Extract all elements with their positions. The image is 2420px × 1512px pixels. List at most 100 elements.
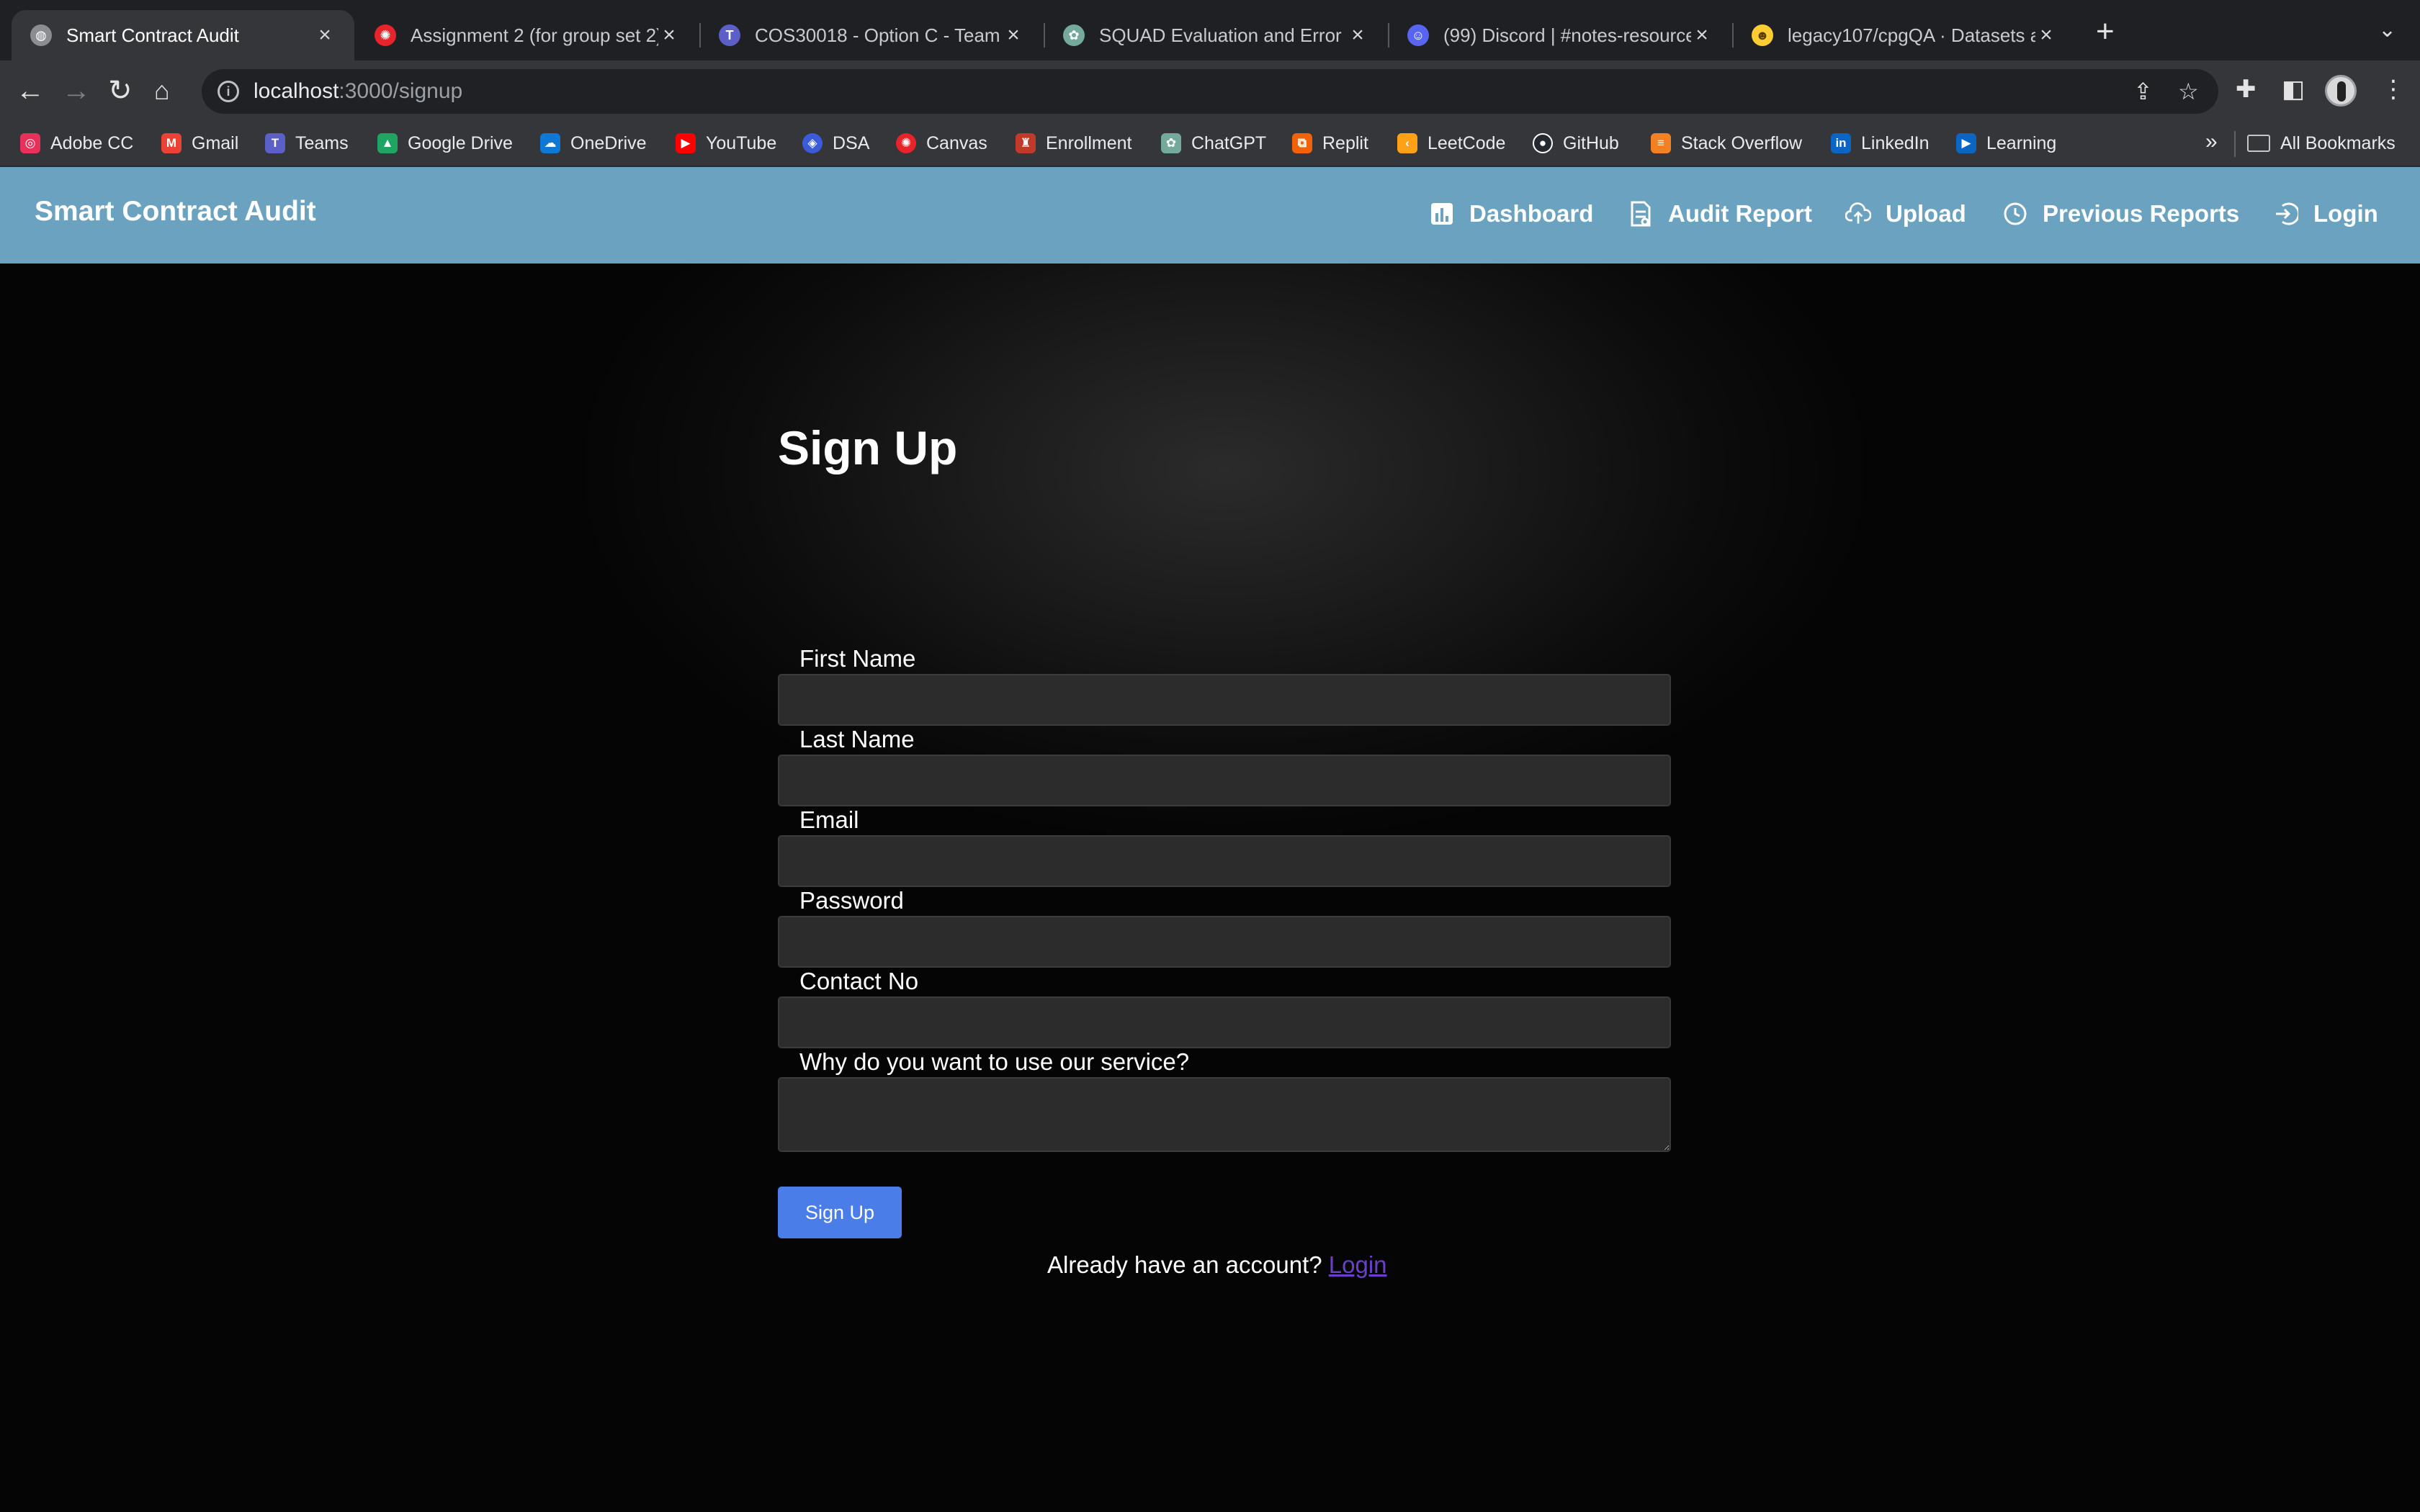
bookmark-gmail[interactable]: M Gmail <box>161 127 238 160</box>
nav-dashboard-label: Dashboard <box>1469 200 1594 227</box>
address-bar[interactable]: i localhost:3000/signup <box>202 69 2218 114</box>
close-icon[interactable]: × <box>658 23 680 48</box>
bookmark-label: LinkedIn <box>1861 132 1930 153</box>
enrollment-icon: ♜ <box>1016 133 1036 153</box>
bookmark-canvas[interactable]: ✺ Canvas <box>896 127 987 160</box>
reload-icon[interactable]: ↻ <box>108 75 133 107</box>
tab-squad-evaluation[interactable]: ✿ SQUAD Evaluation and Error × <box>1044 10 1387 60</box>
bookmark-label: Learning <box>1986 132 2057 153</box>
bookmark-learning[interactable]: ▶ Learning <box>1956 127 2056 160</box>
tab-title: legacy107/cpgQA · Datasets at <box>1788 24 2035 46</box>
all-bookmarks-button[interactable]: All Bookmarks <box>2247 127 2396 160</box>
tab-smart-contract-audit[interactable]: ◍ Smart Contract Audit × <box>12 10 354 60</box>
bookmark-label: ChatGPT <box>1191 132 1267 153</box>
bookmark-replit[interactable]: ⧉ Replit <box>1292 127 1368 160</box>
bookmark-chatgpt[interactable]: ✿ ChatGPT <box>1161 127 1266 160</box>
home-icon[interactable]: ⌂ <box>154 75 170 107</box>
bookmark-label: Adobe CC <box>50 132 134 153</box>
login-link[interactable]: Login <box>1329 1251 1387 1278</box>
tab-cos30018[interactable]: T COS30018 - Option C - Team × <box>700 10 1043 60</box>
bookmark-google-drive[interactable]: ▲ Google Drive <box>377 127 513 160</box>
bookmark-label: DSA <box>833 132 870 153</box>
teams-icon: T <box>719 24 740 46</box>
clock-icon <box>2002 201 2028 227</box>
reason-textarea[interactable] <box>778 1077 1671 1152</box>
back-arrow-icon[interactable]: ← <box>16 75 45 107</box>
extensions-puzzle-icon[interactable]: ✚ <box>2236 75 2257 104</box>
bookmark-star-icon[interactable]: ☆ <box>2178 78 2199 105</box>
nav-upload[interactable]: Upload <box>1845 196 1966 232</box>
profile-avatar[interactable] <box>2325 75 2357 107</box>
nav-audit-report[interactable]: Audit Report <box>1628 196 1812 232</box>
tab-search-chevron-icon[interactable]: ⌄ <box>2378 17 2396 42</box>
bookmark-label: Teams <box>295 132 349 153</box>
linkedin-icon: in <box>1831 133 1851 153</box>
youtube-icon: ▶ <box>676 133 696 153</box>
bookmark-adobe-cc[interactable]: ◎ Adobe CC <box>20 127 133 160</box>
linkedin-learning-icon: ▶ <box>1956 133 1976 153</box>
site-info-icon[interactable]: i <box>218 81 239 102</box>
replit-icon: ⧉ <box>1292 133 1312 153</box>
onedrive-cloud-icon: ☁ <box>540 133 560 153</box>
close-icon[interactable]: × <box>1691 23 1713 48</box>
tab-huggingface[interactable]: ☻ legacy107/cpgQA · Datasets at × <box>1733 10 2076 60</box>
nav-previous-reports-label: Previous Reports <box>2043 200 2240 227</box>
last-name-field[interactable] <box>778 755 1671 806</box>
bookmark-label: Google Drive <box>408 132 513 153</box>
tab-title: (99) Discord | #notes-resources <box>1443 24 1691 46</box>
forward-arrow-icon[interactable]: → <box>62 75 91 107</box>
contact-no-label: Contact No <box>799 968 919 994</box>
bookmark-teams[interactable]: T Teams <box>265 127 349 160</box>
side-panel-icon[interactable]: ◧ <box>2282 75 2305 104</box>
tab-title: Smart Contract Audit <box>66 24 239 46</box>
bar-chart-icon <box>1429 201 1455 227</box>
bookmark-enrollment[interactable]: ♜ Enrollment <box>1016 127 1132 160</box>
tab-title: Assignment 2 (for group set 2) <box>411 24 658 46</box>
bookmark-label: Stack Overflow <box>1681 132 1803 153</box>
bookmark-label: Canvas <box>926 132 987 153</box>
password-field[interactable] <box>778 916 1671 968</box>
close-icon[interactable]: × <box>1003 23 1024 48</box>
email-label: Email <box>799 806 859 833</box>
tab-title: SQUAD Evaluation and Error <box>1099 24 1342 46</box>
sign-up-button[interactable]: Sign Up <box>778 1187 902 1238</box>
bookmark-linkedin[interactable]: in LinkedIn <box>1831 127 1930 160</box>
bookmark-dsa[interactable]: ◈ DSA <box>802 127 869 160</box>
teams-icon: T <box>265 133 285 153</box>
close-icon[interactable]: × <box>1347 23 1368 48</box>
menu-kebab-icon[interactable]: ⋮ <box>2381 75 2406 104</box>
first-name-field[interactable] <box>778 674 1671 726</box>
nav-upload-label: Upload <box>1886 200 1966 227</box>
reason-label: Why do you want to use our service? <box>799 1048 1190 1075</box>
bookmark-youtube[interactable]: ▶ YouTube <box>676 127 776 160</box>
bookmark-stack-overflow[interactable]: ≡ Stack Overflow <box>1651 127 1802 160</box>
tab-assignment-2[interactable]: ✺ Assignment 2 (for group set 2) × <box>356 10 699 60</box>
share-icon[interactable]: ⇪ <box>2133 78 2153 105</box>
tab-discord[interactable]: ☺ (99) Discord | #notes-resources × <box>1389 10 1731 60</box>
nav-login[interactable]: Login <box>2273 196 2378 232</box>
bookmark-leetcode[interactable]: ‹ LeetCode <box>1397 127 1505 160</box>
bookmark-github[interactable]: ● GitHub <box>1533 127 1619 160</box>
cloud-upload-icon <box>1845 201 1871 227</box>
gmail-icon: M <box>161 133 182 153</box>
nav-previous-reports[interactable]: Previous Reports <box>2002 196 2239 232</box>
new-tab-button[interactable]: + <box>2096 16 2115 48</box>
huggingface-icon: ☻ <box>1752 24 1773 46</box>
bookmark-onedrive[interactable]: ☁ OneDrive <box>540 127 647 160</box>
chatgpt-icon: ✿ <box>1063 24 1085 46</box>
bookmarks-divider <box>2234 131 2236 157</box>
email-field[interactable] <box>778 835 1671 887</box>
close-icon[interactable]: × <box>314 23 336 48</box>
close-icon[interactable]: × <box>2035 23 2057 48</box>
login-prompt: Already have an account? Login <box>1047 1251 1387 1279</box>
canvas-icon: ✺ <box>375 24 396 46</box>
nav-dashboard[interactable]: Dashboard <box>1429 196 1593 232</box>
leetcode-icon: ‹ <box>1397 133 1417 153</box>
google-drive-icon: ▲ <box>377 133 398 153</box>
tab-title: COS30018 - Option C - Team <box>755 24 1000 46</box>
app-brand[interactable]: Smart Contract Audit <box>35 196 316 228</box>
contact-no-field[interactable] <box>778 996 1671 1048</box>
bookmarks-overflow-chevron-icon[interactable]: » <box>2205 130 2218 154</box>
stack-overflow-icon: ≡ <box>1651 133 1671 153</box>
discord-icon: ☺ <box>1407 24 1429 46</box>
